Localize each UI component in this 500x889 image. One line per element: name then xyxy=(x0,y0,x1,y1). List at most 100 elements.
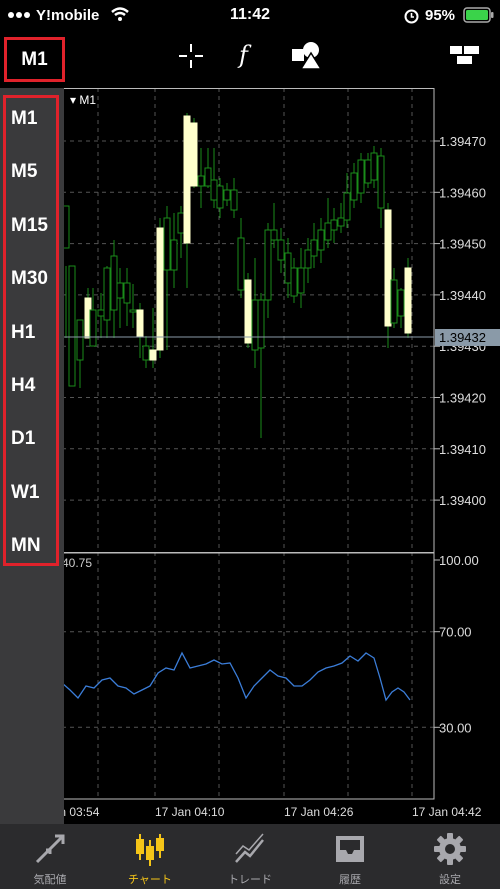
indicator-f-icon[interactable]: f xyxy=(236,40,260,70)
price-tick-label: 1.39470 xyxy=(439,134,486,149)
candle-body xyxy=(304,249,312,269)
candle-body xyxy=(244,279,252,344)
indicator-tick-label: 30.00 xyxy=(439,720,472,735)
time-tick-label: 17 Jan 04:10 xyxy=(155,805,225,819)
symbol-label: ▾ M1 xyxy=(70,93,96,107)
candle-body xyxy=(156,227,164,351)
battery-icon xyxy=(463,7,494,23)
timeframe-button[interactable]: M1 xyxy=(4,37,65,82)
candle-body xyxy=(237,237,245,291)
candle-body xyxy=(129,309,137,313)
tab-trade-label: トレード xyxy=(228,874,272,886)
candle-body xyxy=(216,185,224,209)
timeframe-item-m30[interactable]: M30 xyxy=(11,268,48,290)
candle-body xyxy=(110,255,118,311)
current-price-label: 1.39432 xyxy=(439,330,486,345)
candle-body xyxy=(297,267,305,294)
candle-body xyxy=(257,299,265,349)
price-tick-label: 1.39400 xyxy=(439,493,486,508)
timeframe-item-w1[interactable]: W1 xyxy=(11,482,40,504)
price-tick-label: 1.39460 xyxy=(439,185,486,200)
tab-quotes-label: 気配値 xyxy=(33,874,67,886)
candle-body xyxy=(177,212,185,234)
candle-body xyxy=(230,189,238,211)
tab-chart-label: チャート xyxy=(128,874,172,886)
candle-body xyxy=(163,217,171,271)
candlestick-chart-icon xyxy=(136,834,164,866)
candle-body xyxy=(136,309,144,337)
candle-body xyxy=(123,282,131,304)
candle-body xyxy=(68,265,76,387)
candle-body xyxy=(89,309,97,347)
indicator-line xyxy=(61,651,411,702)
candle-body xyxy=(210,179,218,201)
timeframe-item-h4[interactable]: H4 xyxy=(11,375,35,397)
candle-body xyxy=(170,239,178,271)
window-layout-icon[interactable] xyxy=(449,44,481,66)
timeframe-item-m5[interactable]: M5 xyxy=(11,161,37,183)
indicator-tick-label: 70.00 xyxy=(439,625,472,640)
status-bar: Y!mobile 11:42 95% xyxy=(0,0,500,30)
candle-body xyxy=(390,279,398,324)
candle-body xyxy=(324,222,332,241)
candle-body xyxy=(350,172,358,201)
candle-body xyxy=(290,267,298,297)
time-axis: 17 Jan 03:54 17 Jan 04:10 17 Jan 04:26 17 J… xyxy=(30,805,482,819)
battery-percent: 95% xyxy=(425,7,456,24)
crosshair-icon[interactable] xyxy=(177,42,205,70)
timeframe-item-m15[interactable]: M15 xyxy=(11,215,48,237)
tab-quotes[interactable]: 気配値 xyxy=(0,824,100,889)
candle-body xyxy=(284,252,292,284)
price-chart[interactable]: 1.394701.394601.394501.394401.394301.394… xyxy=(0,88,500,824)
candle-body xyxy=(357,159,365,194)
candle-body xyxy=(377,155,385,209)
timeframe-item-d1[interactable]: D1 xyxy=(11,428,35,450)
indicator-pane-border xyxy=(61,552,435,800)
tab-settings[interactable]: 設定 xyxy=(400,824,500,889)
tab-history-label: 履歴 xyxy=(339,874,361,886)
candle-body xyxy=(364,159,372,184)
indicator-value: 40.75 xyxy=(62,556,92,570)
candle-body xyxy=(264,229,272,301)
price-tick-label: 1.39440 xyxy=(439,288,486,303)
candle-body xyxy=(317,229,325,251)
candle-body xyxy=(103,267,111,321)
bottom-tab-bar: 気配値 チャート トレード 履歴 設定 xyxy=(0,824,500,889)
candle-body xyxy=(370,152,378,181)
candle-body xyxy=(251,299,259,351)
candle-body xyxy=(337,217,345,227)
candle-body xyxy=(223,189,231,201)
tab-trade[interactable]: トレード xyxy=(200,824,300,889)
tab-chart[interactable]: チャート xyxy=(100,824,200,889)
objects-shapes-icon[interactable] xyxy=(291,41,323,71)
settings-gear-icon xyxy=(434,833,466,865)
candle-body xyxy=(149,349,157,361)
timeframe-item-h1[interactable]: H1 xyxy=(11,322,35,344)
candle-body xyxy=(204,167,212,187)
candle-body xyxy=(116,282,124,299)
timeframe-menu: M1 M5 M15 M30 H1 H4 D1 W1 MN xyxy=(0,88,64,824)
chart-toolbar: M1 f xyxy=(0,30,500,88)
candle-body xyxy=(330,219,338,231)
time-tick-label: 17 Jan 04:42 xyxy=(412,805,482,819)
indicator-axis: 100.00 70.00 30.00 xyxy=(434,553,479,735)
trade-line-icon xyxy=(235,833,264,863)
price-axis: 1.394701.394601.394501.394401.394301.394… xyxy=(434,134,486,508)
candle-body xyxy=(97,309,105,317)
price-tick-label: 1.39450 xyxy=(439,237,486,252)
candle-body xyxy=(142,345,150,361)
candle-body xyxy=(397,289,405,317)
candle-body xyxy=(310,239,318,257)
timeframe-item-mn[interactable]: MN xyxy=(11,535,41,557)
candlestick-series xyxy=(62,113,412,438)
history-inbox-icon xyxy=(336,836,364,862)
timeframe-item-m1[interactable]: M1 xyxy=(11,108,37,130)
timeframe-button-label: M1 xyxy=(21,48,48,70)
indicator-tick-label: 100.00 xyxy=(439,553,479,568)
candle-body xyxy=(76,319,84,361)
candle-body xyxy=(270,229,278,241)
candle-body xyxy=(384,209,392,327)
tab-history[interactable]: 履歴 xyxy=(300,824,400,889)
candle-body xyxy=(277,239,285,261)
candle-body xyxy=(183,115,191,244)
